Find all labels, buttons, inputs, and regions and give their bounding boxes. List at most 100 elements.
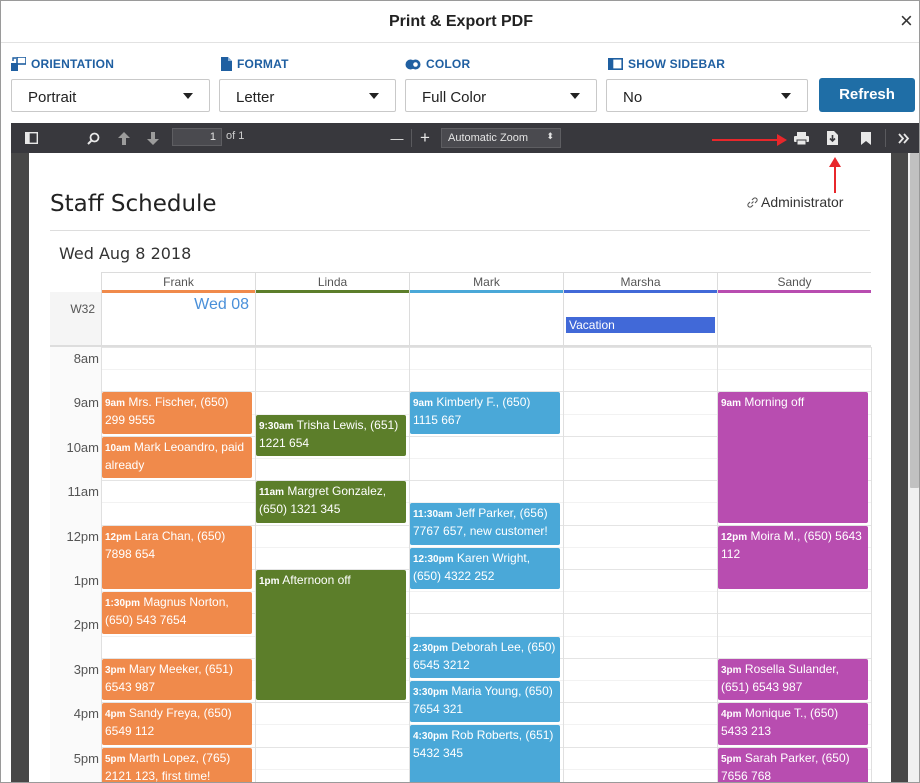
column-line	[255, 347, 256, 782]
file-icon	[221, 57, 232, 71]
column-header-label: Frank	[163, 275, 194, 289]
tools-menu-icon[interactable]	[894, 123, 914, 153]
bookmark-icon[interactable]	[856, 123, 876, 153]
event-time: 9am	[721, 398, 742, 410]
schedule-calendar: Frank Linda Mark Marsha Sandy W32 Wed 08 Vaca…	[50, 272, 872, 782]
scrollbar-thumb[interactable]	[910, 153, 919, 488]
time-grid: 8am 9am 10am 11am 12pm 1pm 2pm 3pm 4pm 5pm 9am Mr…	[50, 345, 872, 782]
pdf-page: Staff Schedule Administrator Wed Aug 8 2…	[29, 153, 891, 782]
search-icon[interactable]	[83, 123, 103, 153]
event-time: 9:30am	[259, 420, 294, 432]
event-sandy[interactable]: 3pm Rosella Sulander, (651) 6543 987	[718, 658, 868, 701]
page-number-input[interactable]: 1	[172, 128, 222, 146]
all-day-cell-linda[interactable]	[255, 292, 409, 345]
event-frank[interactable]: 9am Mrs. Fischer, (650) 299 9555	[102, 392, 252, 434]
color-toggle-icon	[405, 59, 421, 69]
pdf-viewer: 1 of 1 — + Automatic Zoom ⬍ Staff Schedu…	[11, 123, 919, 782]
event-frank[interactable]: 12pm Lara Chan, (650) 7898 654	[102, 525, 252, 590]
event-time: 1:30pm	[105, 598, 141, 610]
sidebar-select[interactable]: No	[606, 79, 808, 112]
color-value: Full Color	[422, 89, 487, 106]
sidebar-toggle-icon[interactable]	[21, 123, 41, 153]
all-day-cell-mark[interactable]	[409, 292, 563, 345]
event-sandy[interactable]: 4pm Monique T., (650) 5433 213	[718, 703, 868, 745]
chevron-down-icon	[781, 93, 791, 99]
event-time: 12:30pm	[413, 553, 454, 565]
column-header-marsha: Marsha	[563, 272, 717, 293]
toolbar-divider	[411, 129, 412, 147]
chevron-down-icon	[183, 93, 193, 99]
event-mark[interactable]: 4:30pm Rob Roberts, (651) 5432 345	[410, 725, 560, 782]
all-day-event[interactable]: Vacation	[566, 317, 715, 333]
half-hour-line	[101, 369, 871, 371]
time-label: 3pm	[73, 661, 99, 677]
column-header-frank: Frank	[101, 272, 255, 293]
column-header-label: Mark	[473, 275, 500, 289]
hour-line	[101, 347, 871, 348]
event-frank[interactable]: 4pm Sandy Freya, (650) 6549 112	[102, 703, 252, 745]
event-mark[interactable]: 9am Kimberly F., (650) 1115 667	[410, 392, 560, 434]
event-frank[interactable]: 1:30pm Magnus Norton, (650) 543 7654	[102, 592, 252, 634]
event-frank[interactable]: 5pm Marth Lopez, (765) 2121 123, first t…	[102, 747, 252, 782]
all-day-cell-frank[interactable]: Wed 08	[101, 292, 255, 345]
event-frank[interactable]: 10am Mark Leoandro, paid already	[102, 436, 252, 479]
column-header-mark: Mark	[409, 272, 563, 293]
admin-label: Administrator	[761, 194, 844, 210]
week-number: W32	[50, 292, 101, 345]
title-divider	[50, 230, 870, 231]
orientation-label: ORIENTATION	[11, 57, 114, 71]
zoom-in-icon[interactable]: +	[415, 123, 435, 153]
zoom-value: Automatic Zoom	[448, 132, 529, 144]
event-linda[interactable]: 11am Margret Gonzalez, (650) 1321 345	[256, 481, 406, 523]
sidebar-label-text: SHOW SIDEBAR	[628, 57, 726, 71]
event-time: 5pm	[721, 753, 742, 765]
color-label-text: COLOR	[426, 57, 471, 71]
day-label[interactable]: Wed 08	[194, 296, 249, 314]
sidebar-icon	[608, 58, 623, 70]
zoom-select[interactable]: Automatic Zoom ⬍	[441, 128, 561, 148]
orientation-select[interactable]: Portrait	[11, 79, 210, 112]
print-icon[interactable]	[790, 123, 812, 153]
event-sandy[interactable]: 5pm Sarah Parker, (650) 7656 768	[718, 747, 868, 782]
format-value: Letter	[236, 89, 275, 106]
next-page-icon[interactable]	[143, 123, 163, 153]
color-select[interactable]: Full Color	[405, 79, 597, 112]
admin-link[interactable]: Administrator	[747, 194, 843, 210]
event-time: 12pm	[721, 531, 748, 543]
event-text: Afternoon off	[282, 573, 351, 587]
column-header-label: Sandy	[777, 275, 812, 289]
sidebar-label: SHOW SIDEBAR	[608, 57, 725, 71]
close-icon[interactable]: ×	[900, 10, 913, 32]
event-mark[interactable]: 3:30pm Maria Young, (650) 7654 321	[410, 681, 560, 723]
refresh-button[interactable]: Refresh	[819, 78, 915, 112]
all-day-cell-sandy[interactable]	[717, 292, 871, 345]
zoom-out-icon[interactable]: —	[387, 123, 407, 153]
time-label: 12pm	[66, 528, 99, 544]
chevron-down-icon	[369, 93, 379, 99]
column-line	[871, 347, 872, 782]
annotation-arrowhead	[777, 134, 787, 146]
annotation-arrow-line	[712, 139, 780, 141]
event-mark[interactable]: 12:30pm Karen Wright, (650) 4322 252	[410, 547, 560, 590]
viewer-scrollbar[interactable]	[908, 153, 919, 782]
annotation-arrow-line	[834, 165, 836, 193]
time-label: 9am	[73, 395, 99, 411]
event-mark[interactable]: 11:30am Jeff Parker, (656) 7767 657, new…	[410, 503, 560, 545]
download-icon[interactable]	[822, 123, 842, 153]
event-sandy[interactable]: 12pm Moira M., (650) 5643 112	[718, 525, 868, 590]
event-time: 1pm	[259, 576, 280, 587]
event-linda[interactable]: 1pm Afternoon off	[256, 570, 406, 701]
event-time: 4:30pm	[413, 731, 449, 743]
annotation-arrowhead	[829, 157, 841, 167]
event-text: Morning off	[744, 395, 805, 410]
event-time: 3pm	[721, 664, 742, 676]
sidebar-value: No	[623, 89, 643, 106]
event-linda[interactable]: 9:30am Trisha Lewis, (651) 1221 654	[256, 414, 406, 456]
previous-page-icon[interactable]	[114, 123, 134, 153]
format-select[interactable]: Letter	[219, 79, 396, 112]
event-sandy[interactable]: 9am Morning off	[718, 392, 868, 523]
event-time: 5pm	[105, 753, 126, 765]
event-frank[interactable]: 3pm Mary Meeker, (651) 6543 987	[102, 658, 252, 701]
all-day-cell-marsha[interactable]: Vacation	[563, 292, 717, 345]
event-mark[interactable]: 2:30pm Deborah Lee, (650) 6545 3212	[410, 636, 560, 678]
